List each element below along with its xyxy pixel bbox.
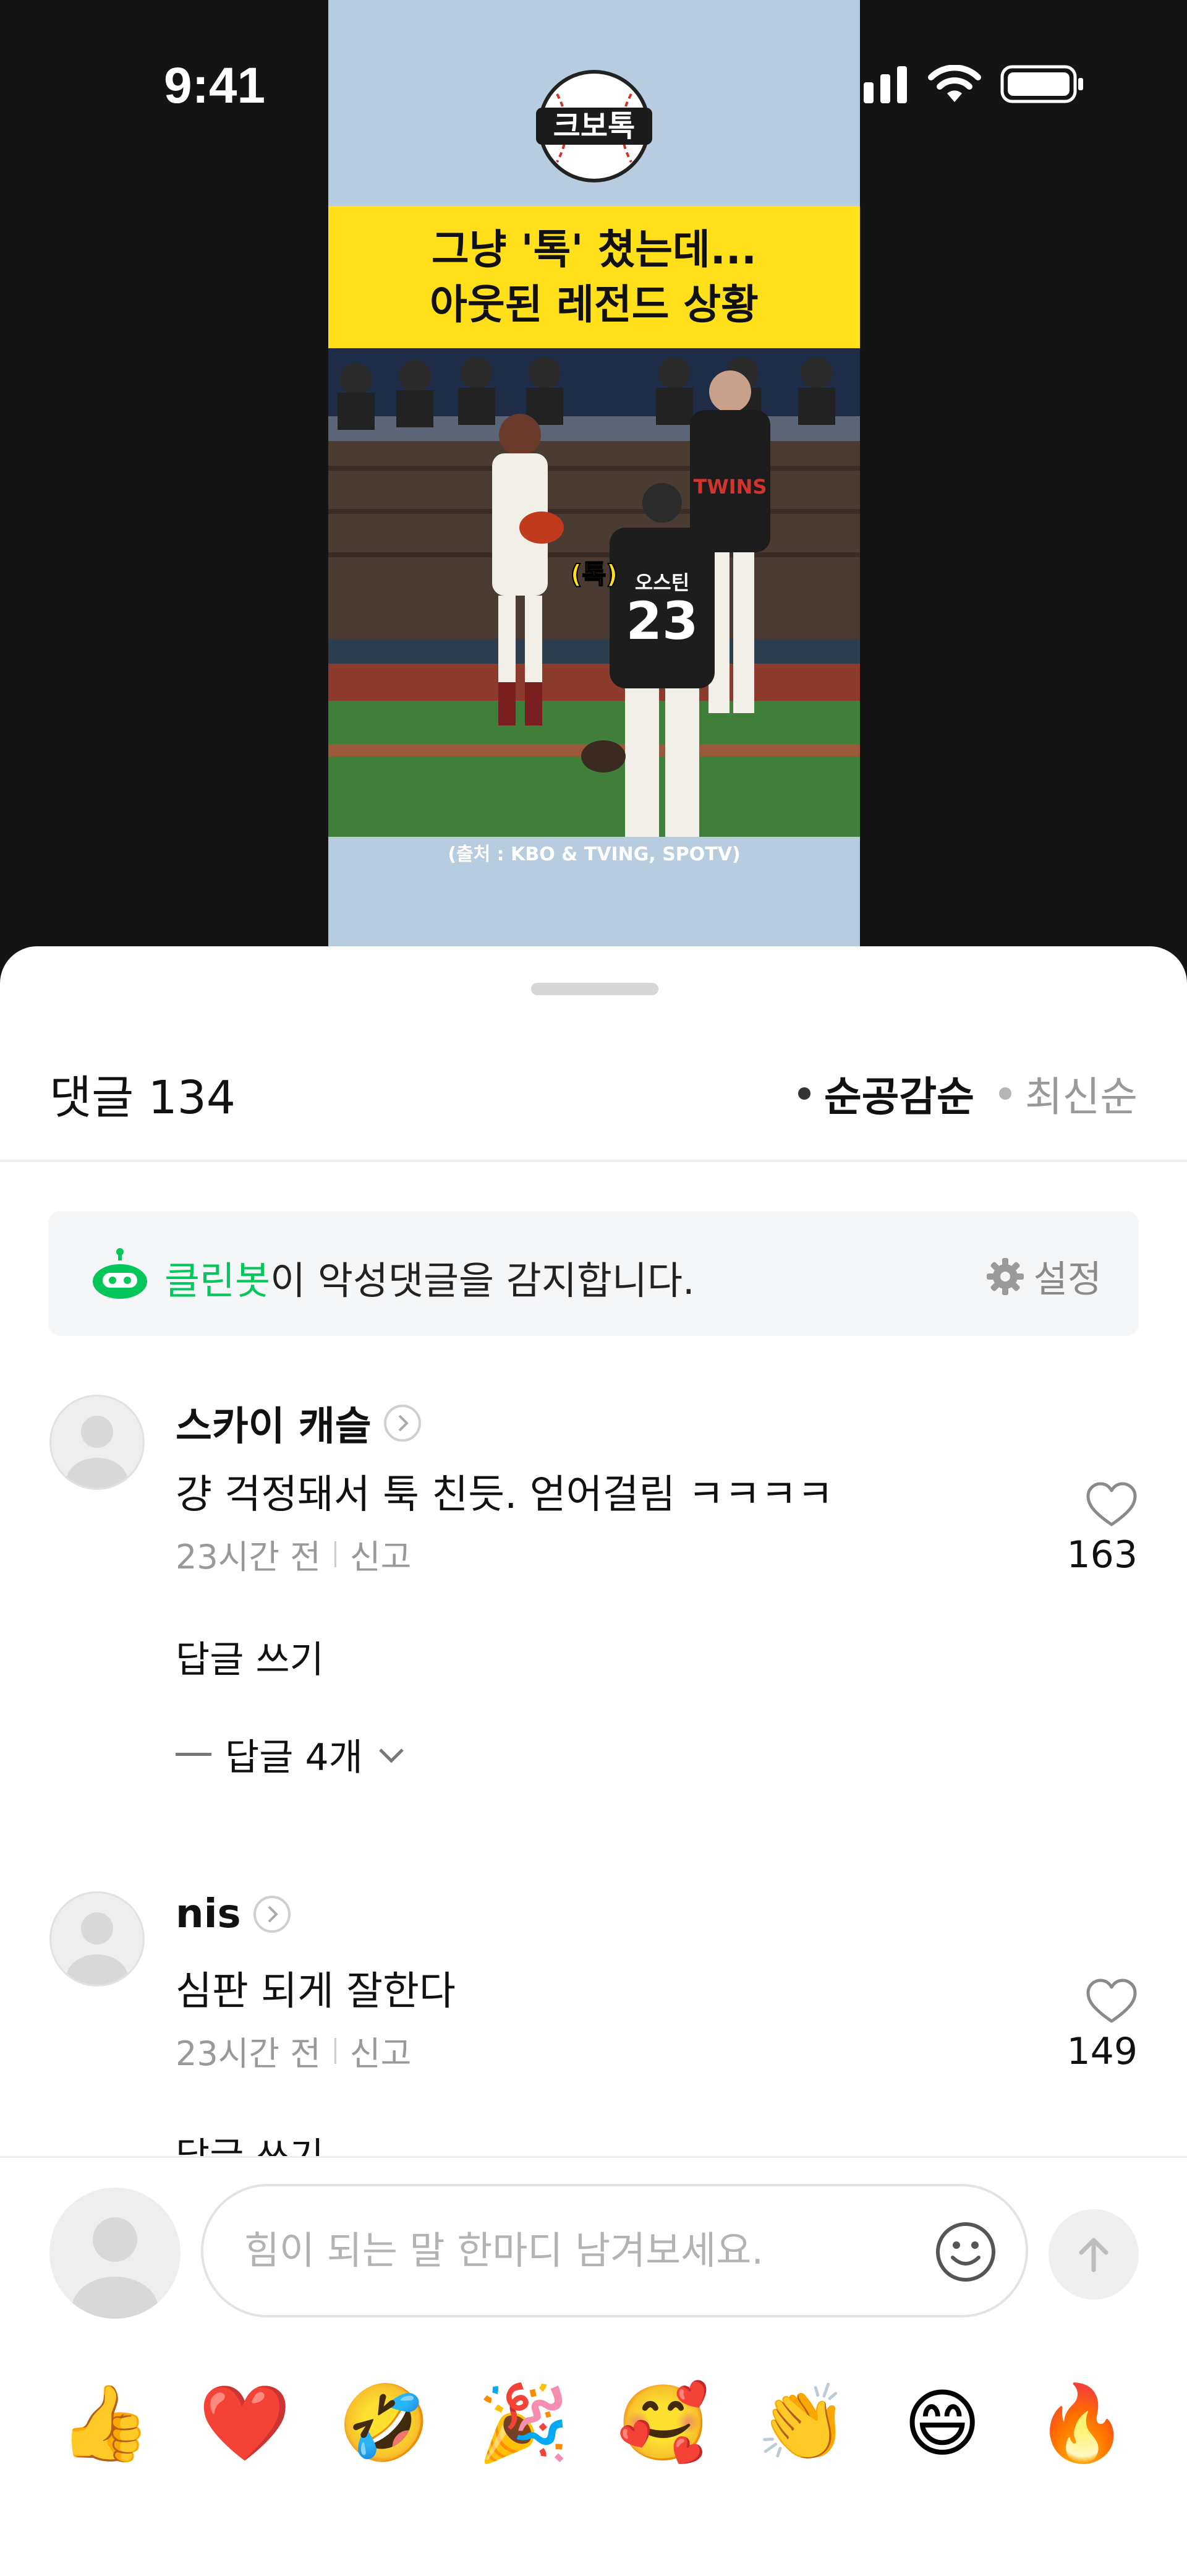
gear-icon <box>986 1257 1024 1295</box>
report-button[interactable]: 신고 <box>350 1530 411 1578</box>
sort-by-latest-button[interactable]: 최신순 <box>998 1064 1138 1123</box>
cleanbot-settings-label: 설정 <box>1033 1258 1102 1301</box>
header-divider <box>0 1160 1187 1162</box>
status-time: 9:41 <box>164 58 266 114</box>
cleanbot-robot-icon <box>93 1248 147 1299</box>
like-count: 149 <box>1066 2030 1138 2073</box>
default-avatar-icon <box>66 1416 128 1488</box>
video-title-banner: 그냥 '톡' 쳤는데... 아웃된 레전드 상황 <box>328 206 860 348</box>
comment-time: 23시간 전 <box>176 1538 321 1577</box>
reply-write-button[interactable]: 답글 쓰기 <box>176 1630 324 1684</box>
fire-emoji-button[interactable]: 🔥 <box>1026 2368 1138 2480</box>
sort-dot-icon <box>798 1087 810 1100</box>
comment-meta: 23시간 전 신고 <box>176 1530 411 1578</box>
chevron-down-icon <box>379 1748 404 1763</box>
comment-author[interactable]: 스카이 캐슬 <box>176 1395 422 1452</box>
comment-text: 심판 되게 잘한다 <box>176 1969 456 2014</box>
cleanbot-settings-button[interactable]: 설정 <box>985 1249 1102 1303</box>
smiling-hearts-emoji-button[interactable]: 🥰 <box>608 2368 719 2480</box>
like-count: 163 <box>1066 1533 1138 1577</box>
sheet-drag-handle[interactable] <box>531 983 658 995</box>
tok-caption: (톡) <box>570 559 618 589</box>
cleanbot-banner: 클린봇이 악성댓글을 감지합니다. 설정 <box>48 1211 1139 1336</box>
sort-dot-icon <box>998 1087 1011 1100</box>
meta-separator <box>334 2037 336 2064</box>
avatar[interactable] <box>49 1395 145 1490</box>
comment-author[interactable]: nis <box>176 1891 292 1937</box>
channel-logo: 크보톡 <box>536 70 652 182</box>
report-button[interactable]: 신고 <box>350 2026 411 2075</box>
comment-time: 23시간 전 <box>176 2034 321 2073</box>
emoji-smile-icon[interactable] <box>934 2220 997 2283</box>
heart-emoji-button[interactable]: ❤️ <box>189 2368 300 2480</box>
send-button[interactable] <box>1049 2209 1139 2300</box>
battery-icon <box>1000 65 1083 103</box>
status-icons <box>847 65 1084 103</box>
arrow-up-icon <box>1079 2238 1108 2272</box>
default-avatar-icon <box>72 2217 158 2319</box>
reply-line-icon <box>176 1753 211 1756</box>
comment-text: 걍 걱정돼서 툭 친듯. 얻어걸림 ㅋㅋㅋㅋ <box>176 1472 834 1518</box>
thumbs-up-emoji-button[interactable]: 👍 <box>49 2368 161 2480</box>
cleanbot-message-text: 이 악성댓글을 감지합니다. <box>270 1258 695 1303</box>
channel-logo-text: 크보톡 <box>553 109 635 143</box>
video-title-line1: 그냥 '톡' 쳤는데... <box>432 225 757 273</box>
cleanbot-name: 클린봇 <box>164 1258 271 1303</box>
chevron-right-circle-icon <box>383 1405 421 1442</box>
comment-input-bar: 👍 ❤️ 🤣 🎉 🥰 👏 😄 🔥 <box>0 2156 1187 2576</box>
show-replies-button[interactable]: 답글 4개 <box>176 1727 406 1781</box>
grinning-emoji-button[interactable]: 😄 <box>887 2368 998 2480</box>
comment-author-name: 스카이 캐슬 <box>176 1404 372 1450</box>
video-player[interactable]: 크보톡 그냥 '톡' 쳤는데... 아웃된 레전드 상황 TWINS 오스틴 2… <box>328 0 860 946</box>
my-avatar <box>49 2188 181 2319</box>
heart-icon <box>1086 1482 1137 1526</box>
rofl-emoji-button[interactable]: 🤣 <box>328 2368 440 2480</box>
wifi-icon <box>928 65 981 102</box>
comment-input[interactable] <box>244 2222 893 2278</box>
comment-input-container[interactable] <box>201 2184 1028 2317</box>
sort-by-latest-label: 최신순 <box>1024 1073 1138 1121</box>
player-number-text: 23 <box>626 591 699 651</box>
sort-by-likes-label: 순공감순 <box>823 1073 974 1121</box>
comment-meta: 23시간 전 신고 <box>176 2026 411 2075</box>
default-avatar-icon <box>66 1912 128 1985</box>
party-popper-emoji-button[interactable]: 🎉 <box>468 2368 579 2480</box>
video-title-line2: 아웃된 레전드 상황 <box>430 281 759 328</box>
meta-separator <box>334 1541 336 1567</box>
quick-emoji-row: 👍 ❤️ 🤣 🎉 🥰 👏 😄 🔥 <box>49 2368 1138 2480</box>
clapping-emoji-button[interactable]: 👏 <box>747 2368 859 2480</box>
comment-author-name: nis <box>176 1891 241 1937</box>
cleanbot-message: 클린봇이 악성댓글을 감지합니다. <box>164 1249 695 1305</box>
video-frame: TWINS 오스틴 23 (톡) <box>328 348 860 837</box>
jersey-text: TWINS <box>694 475 767 499</box>
like-button[interactable]: 163 <box>1066 1481 1138 1577</box>
video-credit: (출처 : KBO & TVING, SPOTV) <box>448 844 741 865</box>
sort-by-likes-button[interactable]: 순공감순 <box>798 1064 974 1123</box>
heart-icon <box>1086 1979 1137 2023</box>
avatar[interactable] <box>49 1891 145 1987</box>
chevron-right-circle-icon <box>253 1896 291 1933</box>
like-button[interactable]: 149 <box>1066 1978 1138 2073</box>
reply-count-label: 답글 4개 <box>225 1736 363 1779</box>
sort-options: 순공감순 최신순 <box>798 1064 1138 1123</box>
comments-count-title: 댓글 134 <box>49 1071 236 1124</box>
